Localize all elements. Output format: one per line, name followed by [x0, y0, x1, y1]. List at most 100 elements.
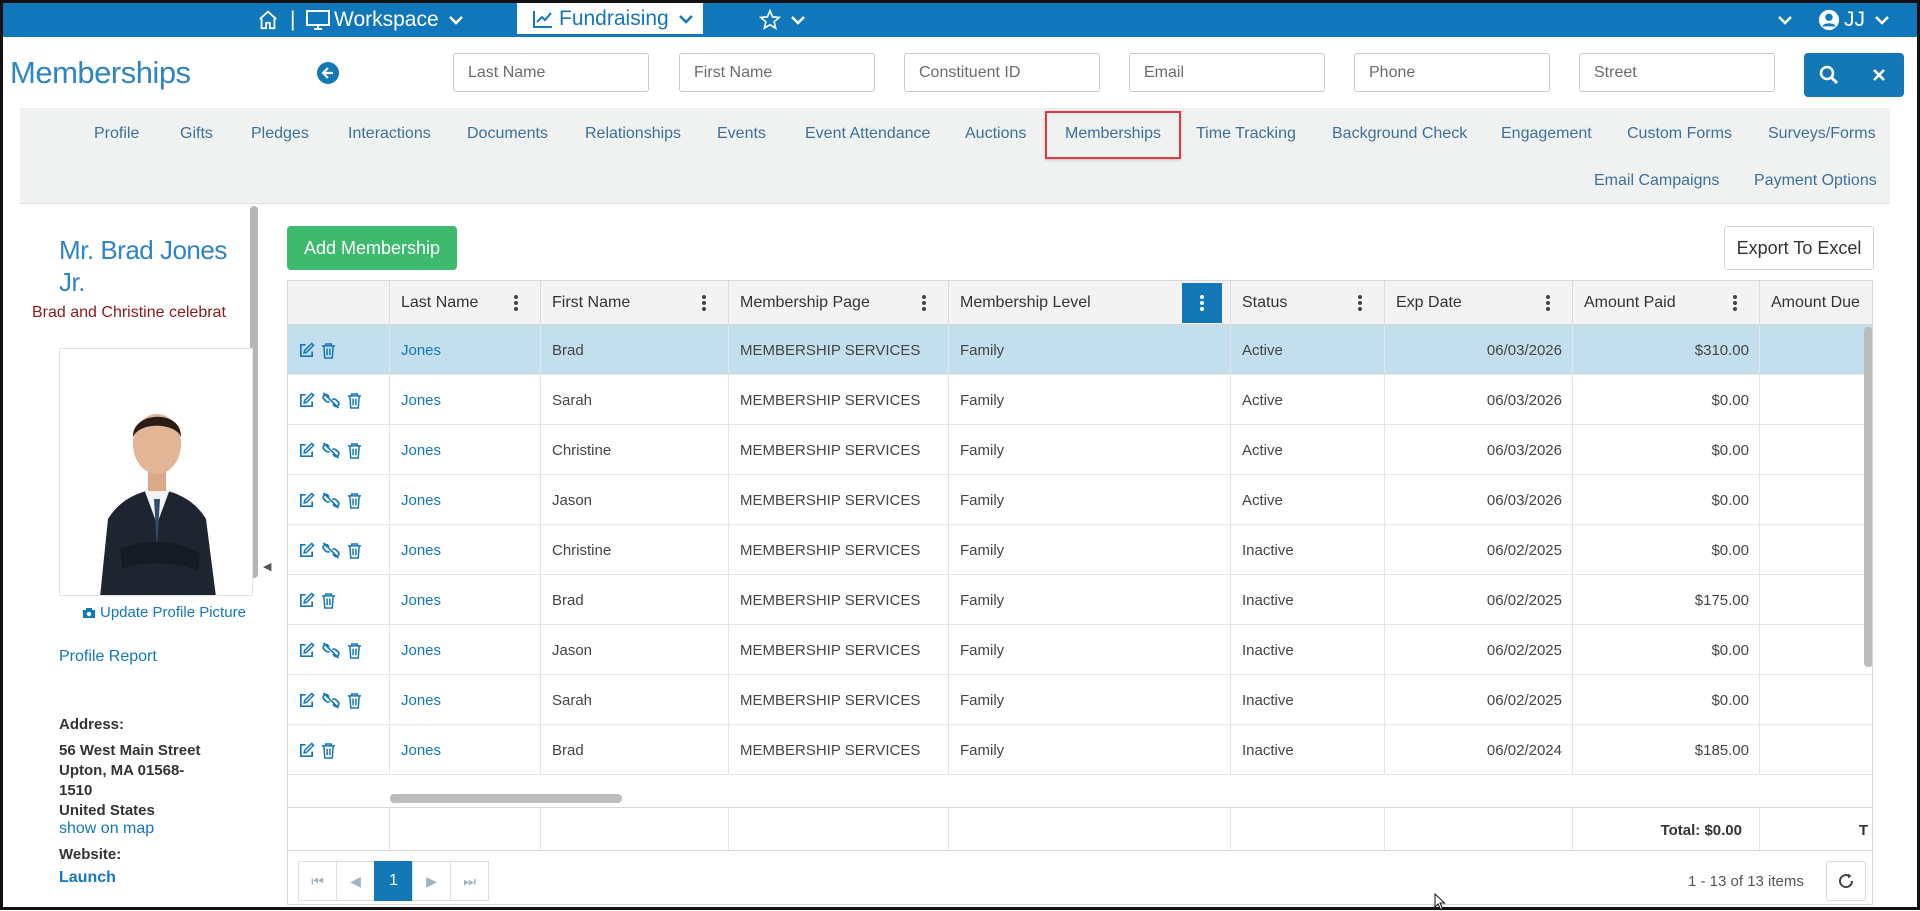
profile-report-link[interactable]: Profile Report: [59, 648, 157, 666]
table-row[interactable]: Jones Sarah MEMBERSHIP SERVICES Family Inact…: [288, 675, 1872, 725]
last-name-cell[interactable]: Jones: [389, 725, 540, 775]
table-row[interactable]: Jones Jason MEMBERSHIP SERVICES Family Inact…: [288, 625, 1872, 675]
column-header-status[interactable]: Status: [1230, 281, 1384, 325]
column-menu-icon[interactable]: [506, 293, 526, 313]
tab-background-check[interactable]: Background Check: [1332, 125, 1467, 143]
user-menu[interactable]: JJ: [1818, 3, 1889, 37]
table-row[interactable]: Jones Brad MEMBERSHIP SERVICES Family Active…: [288, 325, 1872, 375]
column-menu-icon[interactable]: [1350, 293, 1370, 313]
phone-field[interactable]: [1354, 53, 1550, 92]
last-name-field[interactable]: [453, 53, 649, 92]
edit-icon[interactable]: [298, 641, 315, 659]
tab-event-attendance[interactable]: Event Attendance: [805, 125, 930, 143]
column-menu-icon[interactable]: [914, 293, 934, 313]
last-name-cell[interactable]: Jones: [389, 525, 540, 575]
tab-auctions[interactable]: Auctions: [965, 125, 1026, 143]
first-name-field[interactable]: [679, 53, 875, 92]
column-menu-icon[interactable]: [1725, 293, 1745, 313]
delete-icon[interactable]: [347, 492, 362, 509]
export-excel-button[interactable]: Export To Excel: [1724, 226, 1874, 270]
delete-icon[interactable]: [347, 642, 362, 659]
tab-time-tracking[interactable]: Time Tracking: [1196, 125, 1296, 143]
last-name-cell[interactable]: Jones: [389, 625, 540, 675]
unlink-icon[interactable]: [321, 691, 341, 709]
edit-icon[interactable]: [298, 691, 315, 709]
constituent-id-field[interactable]: [904, 53, 1100, 92]
last-name-cell[interactable]: Jones: [389, 675, 540, 725]
refresh-button[interactable]: [1826, 861, 1866, 901]
last-name-cell[interactable]: Jones: [389, 475, 540, 525]
prev-page-button[interactable]: ◀: [336, 861, 375, 901]
edit-icon[interactable]: [298, 491, 315, 509]
tab-pledges[interactable]: Pledges: [251, 125, 309, 143]
clear-search-button[interactable]: [1854, 53, 1904, 97]
first-page-button[interactable]: ⏮: [298, 861, 337, 901]
column-header-first-name[interactable]: First Name: [540, 281, 728, 325]
expand-menu[interactable]: [1778, 3, 1792, 37]
launch-website-link[interactable]: Launch: [59, 869, 116, 887]
email-field[interactable]: [1129, 53, 1325, 92]
column-header-membership-level[interactable]: Membership Level: [948, 281, 1230, 325]
tab-email-campaigns[interactable]: Email Campaigns: [1594, 172, 1719, 190]
workspace-menu[interactable]: Workspace: [306, 3, 463, 37]
edit-icon[interactable]: [298, 391, 315, 409]
column-header-amount-paid[interactable]: Amount Paid: [1572, 281, 1759, 325]
delete-icon[interactable]: [347, 442, 362, 459]
grid-vertical-scrollbar[interactable]: [1864, 327, 1872, 667]
column-menu-icon[interactable]: [1538, 293, 1558, 313]
next-page-button[interactable]: ▶: [412, 861, 451, 901]
edit-icon[interactable]: [298, 341, 315, 359]
unlink-icon[interactable]: [321, 441, 341, 459]
unlink-icon[interactable]: [321, 391, 341, 409]
last-page-button[interactable]: ⏭: [450, 861, 489, 901]
unlink-icon[interactable]: [321, 641, 341, 659]
edit-icon[interactable]: [298, 441, 315, 459]
tab-documents[interactable]: Documents: [467, 125, 548, 143]
delete-icon[interactable]: [347, 692, 362, 709]
tab-profile[interactable]: Profile: [94, 125, 139, 143]
tab-gifts[interactable]: Gifts: [180, 125, 213, 143]
back-button[interactable]: [317, 62, 339, 84]
table-row[interactable]: Jones Christine MEMBERSHIP SERVICES Family A…: [288, 425, 1872, 475]
favorites-menu[interactable]: [759, 3, 805, 37]
grid-horizontal-scrollbar[interactable]: [390, 794, 622, 803]
table-row[interactable]: Jones Brad MEMBERSHIP SERVICES Family Inacti…: [288, 725, 1872, 775]
tab-engagement[interactable]: Engagement: [1501, 125, 1592, 143]
last-name-cell[interactable]: Jones: [389, 575, 540, 625]
column-header-membership-page[interactable]: Membership Page: [728, 281, 948, 325]
fundraising-menu[interactable]: Fundraising: [517, 3, 703, 37]
tab-relationships[interactable]: Relationships: [585, 125, 681, 143]
tab-memberships[interactable]: Memberships: [1045, 111, 1182, 159]
unlink-icon[interactable]: [321, 541, 341, 559]
search-button[interactable]: [1804, 53, 1854, 97]
last-name-cell[interactable]: Jones: [389, 375, 540, 425]
delete-icon[interactable]: [321, 592, 336, 609]
table-row[interactable]: Jones Christine MEMBERSHIP SERVICES Family I…: [288, 525, 1872, 575]
column-header-amount-due[interactable]: Amount Due: [1759, 281, 1872, 325]
tab-custom-forms[interactable]: Custom Forms: [1627, 125, 1732, 143]
last-name-cell[interactable]: Jones: [389, 325, 540, 375]
edit-icon[interactable]: [298, 591, 315, 609]
column-menu-icon[interactable]: [694, 293, 714, 313]
last-name-cell[interactable]: Jones: [389, 425, 540, 475]
delete-icon[interactable]: [347, 392, 362, 409]
tab-events[interactable]: Events: [717, 125, 766, 143]
column-menu-icon[interactable]: [1182, 283, 1222, 323]
collapse-panel-icon[interactable]: ◀: [263, 560, 271, 573]
tab-payment-options[interactable]: Payment Options: [1754, 172, 1877, 190]
home-icon[interactable]: [257, 3, 279, 37]
table-row[interactable]: Jones Sarah MEMBERSHIP SERVICES Family Activ…: [288, 375, 1872, 425]
tab-interactions[interactable]: Interactions: [348, 125, 431, 143]
street-field[interactable]: [1579, 53, 1775, 92]
edit-icon[interactable]: [298, 541, 315, 559]
edit-icon[interactable]: [298, 741, 315, 759]
delete-icon[interactable]: [347, 542, 362, 559]
add-membership-button[interactable]: Add Membership: [287, 226, 457, 270]
column-header-last-name[interactable]: Last Name: [389, 281, 540, 325]
unlink-icon[interactable]: [321, 491, 341, 509]
show-on-map-link[interactable]: show on map: [59, 820, 154, 838]
table-row[interactable]: Jones Brad MEMBERSHIP SERVICES Family Inacti…: [288, 575, 1872, 625]
table-row[interactable]: Jones Jason MEMBERSHIP SERVICES Family Activ…: [288, 475, 1872, 525]
tab-surveys-forms[interactable]: Surveys/Forms: [1768, 125, 1876, 143]
column-header-exp-date[interactable]: Exp Date: [1384, 281, 1572, 325]
